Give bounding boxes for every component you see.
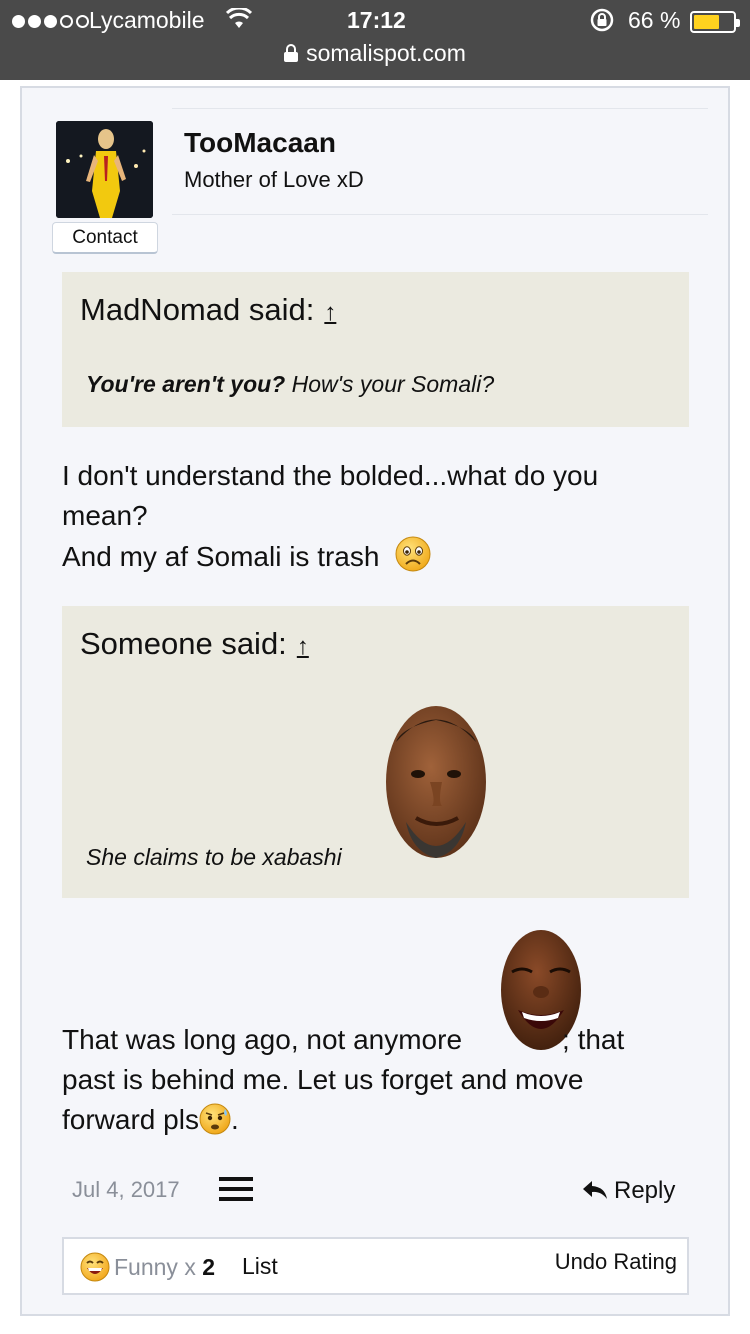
message-line: mean?	[62, 500, 148, 531]
quote-header: MadNomad said: ↑	[80, 292, 336, 328]
status-bar: Lycamobile 17:12 66 % somalispot.com	[0, 0, 750, 80]
sad-face-icon	[395, 536, 431, 572]
funny-rating[interactable]: Funny x 2	[80, 1252, 215, 1282]
lock-icon	[284, 44, 299, 62]
avatar-image	[56, 121, 153, 218]
quote-header: Someone said: ↑	[80, 626, 309, 662]
ratings-bar: Funny x 2 List Undo Rating	[62, 1237, 689, 1295]
quote-text: You're aren't you? How's your Somali?	[86, 371, 494, 398]
jump-to-quote-icon[interactable]: ↑	[297, 633, 309, 661]
reply-icon	[583, 1181, 607, 1199]
message-text: ; that	[562, 1024, 625, 1055]
battery-percent: 66 %	[628, 7, 681, 33]
message-text: forward pls	[62, 1104, 199, 1135]
status-time: 17:12	[347, 7, 406, 33]
laughing-emoji-icon	[80, 1252, 110, 1282]
quote-author[interactable]: MadNomad said:	[80, 292, 314, 327]
rating-count: 2	[202, 1254, 216, 1280]
message-line: forward pls .	[62, 1100, 702, 1140]
quote-plain-text: How's your Somali?	[285, 371, 495, 397]
contact-button[interactable]: Contact	[52, 222, 158, 254]
message-text: That was long ago, not anymore	[62, 1024, 463, 1055]
ratings-list-link[interactable]: List	[242, 1253, 278, 1280]
battery-icon	[690, 11, 740, 33]
quote-author[interactable]: Someone said:	[80, 626, 287, 661]
message-line: I don't understand the bolded...what do …	[62, 460, 599, 491]
menu-icon[interactable]	[219, 1177, 253, 1201]
quote-bold-text: You're aren't you?	[86, 371, 286, 397]
post-message: I don't understand the bolded...what do …	[62, 456, 702, 577]
user-title: Mother of Love xD	[184, 167, 364, 192]
message-text: And my af Somali is trash	[62, 541, 380, 572]
carrier-name: Lycamobile	[89, 7, 205, 33]
post-message: That was long ago, not anymore ; that pas…	[62, 1020, 702, 1140]
undo-rating-link[interactable]: Undo Rating	[555, 1249, 677, 1275]
message-line: And my af Somali is trash	[62, 536, 702, 577]
quote-block: Someone said: ↑ She claims to be xabashi	[62, 606, 689, 898]
avatar[interactable]	[56, 121, 153, 218]
address-bar[interactable]: somalispot.com	[0, 40, 750, 70]
reply-label: Reply	[614, 1177, 676, 1204]
post-date[interactable]: Jul 4, 2017	[72, 1177, 180, 1203]
quote-block: MadNomad said: ↑ You're aren't you? How's…	[62, 272, 689, 427]
username[interactable]: TooMacaan	[184, 127, 336, 159]
quote-text: She claims to be xabashi	[86, 844, 342, 870]
message-line: That was long ago, not anymore ; that	[62, 1020, 702, 1060]
user-info: TooMacaan Mother of Love xD	[172, 108, 708, 215]
url-text: somalispot.com	[306, 40, 466, 66]
message-line: past is behind me. Let us forget and mov…	[62, 1064, 584, 1095]
signal-strength-icon	[12, 9, 89, 33]
reply-button[interactable]: Reply	[582, 1177, 675, 1205]
face-sticker-image	[386, 706, 486, 858]
rotation-lock-icon	[590, 8, 614, 32]
message-text: .	[230, 1104, 239, 1135]
jump-to-quote-icon[interactable]: ↑	[324, 299, 336, 327]
rating-label: Funny x	[114, 1254, 196, 1280]
post-card: Contact TooMacaan Mother of Love xD MadN…	[20, 86, 730, 1316]
worried-face-icon	[199, 1103, 231, 1135]
wifi-icon	[226, 8, 252, 28]
